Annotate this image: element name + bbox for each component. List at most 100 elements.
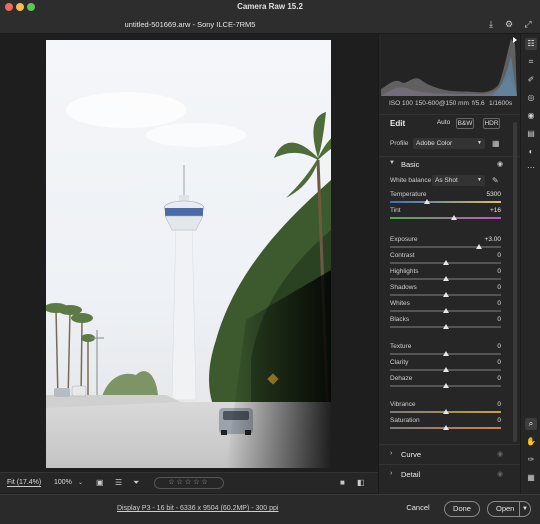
temperature-track[interactable] xyxy=(390,201,501,203)
workflow-options-link[interactable]: Display P3 - 16 bit - 6336 x 9504 (60.2M… xyxy=(117,505,278,512)
vibrance-slider[interactable]: Vibrance 0 xyxy=(379,401,520,417)
highlights-slider[interactable]: Highlights 0 xyxy=(379,268,520,284)
blacks-value[interactable]: 0 xyxy=(479,316,501,323)
blacks-label: Blacks xyxy=(390,316,410,323)
basic-section-header[interactable]: ▼ Basic ◉ xyxy=(379,156,520,170)
before-after-icon[interactable]: ◧ xyxy=(357,478,365,487)
edit-title: Edit xyxy=(390,119,406,128)
exposure-track[interactable] xyxy=(390,246,501,248)
exposure-thumb[interactable] xyxy=(475,244,482,249)
white-balance-select[interactable]: As Shot ▼ xyxy=(432,175,485,186)
texture-label: Texture xyxy=(390,343,412,350)
shadows-slider[interactable]: Shadows 0 xyxy=(379,284,520,300)
footer-bar: Display P3 - 16 bit - 6336 x 9504 (60.2M… xyxy=(0,494,540,524)
tool-strip: ☷ ⌗ ✐ ◎ ◉ ▤ ◐ ⋯ ⌕ ✋ ✑ ▦ xyxy=(520,34,540,494)
save-icon[interactable]: ⤓ xyxy=(485,18,497,30)
saturation-value[interactable]: 0 xyxy=(479,417,501,424)
zoom-chevron-icon[interactable]: ⌄ xyxy=(78,479,83,486)
temperature-value[interactable]: 5300 xyxy=(479,191,501,198)
zoom-level-select[interactable]: 100% xyxy=(54,479,72,486)
fit-zoom-button[interactable]: Fit (17.4%) xyxy=(7,479,42,487)
texture-thumb[interactable] xyxy=(442,351,449,356)
vibrance-thumb[interactable] xyxy=(442,409,449,414)
tint-value[interactable]: +16 xyxy=(479,207,501,214)
contrast-slider[interactable]: Contrast 0 xyxy=(379,252,520,268)
saturation-thumb[interactable] xyxy=(442,425,449,430)
contrast-thumb[interactable] xyxy=(442,260,449,265)
white-balance-row: White balance As Shot ▼ ✎ xyxy=(379,175,520,187)
exif-lens: 150-600@150 mm xyxy=(415,100,469,107)
dehaze-thumb[interactable] xyxy=(442,383,449,388)
open-label: Open xyxy=(496,504,515,513)
image-canvas[interactable] xyxy=(0,34,378,472)
redeye-icon[interactable]: ◉ xyxy=(525,110,537,122)
grid-icon[interactable]: ▦ xyxy=(525,472,537,484)
profile-value: Adobe Color xyxy=(416,140,453,147)
temperature-thumb[interactable] xyxy=(423,199,430,204)
whites-slider[interactable]: Whites 0 xyxy=(379,300,520,316)
detail-section-header[interactable]: › Detail ◉ xyxy=(379,464,520,482)
tint-slider[interactable]: Tint +16 xyxy=(379,207,520,223)
snapshots-icon[interactable]: ◐ xyxy=(525,146,537,158)
visibility-eye-icon[interactable]: ◉ xyxy=(497,470,503,478)
edit-icon[interactable]: ☷ xyxy=(525,38,537,50)
done-button[interactable]: Done xyxy=(444,501,480,517)
tint-track[interactable] xyxy=(390,217,501,219)
shadows-thumb[interactable] xyxy=(442,292,449,297)
title-bar: Camera Raw 15.2 xyxy=(0,0,540,14)
texture-value[interactable]: 0 xyxy=(479,343,501,350)
texture-slider[interactable]: Texture 0 xyxy=(379,343,520,359)
exposure-value[interactable]: +3.00 xyxy=(479,236,501,243)
clarity-slider[interactable]: Clarity 0 xyxy=(379,359,520,375)
saturation-slider[interactable]: Saturation 0 xyxy=(379,417,520,433)
auto-button[interactable]: Auto xyxy=(435,118,452,129)
profile-browser-icon[interactable]: ▦ xyxy=(492,139,500,148)
bw-button[interactable]: B&W xyxy=(456,118,474,129)
panel-scrollbar[interactable] xyxy=(513,122,517,442)
crop-icon[interactable]: ⌗ xyxy=(525,56,537,68)
filter-icon[interactable]: ⏷ xyxy=(133,478,139,488)
cancel-button[interactable]: Cancel xyxy=(400,501,436,517)
curve-section-header[interactable]: › Curve ◉ xyxy=(379,444,520,462)
chevron-down-icon: ▼ xyxy=(477,140,482,146)
settings-icon[interactable]: ⚙ xyxy=(503,18,515,30)
eyedropper-icon[interactable]: ✎ xyxy=(492,176,499,185)
clarity-value[interactable]: 0 xyxy=(479,359,501,366)
profile-label: Profile xyxy=(390,140,409,147)
fullscreen-icon[interactable]: ⤢ xyxy=(522,18,534,30)
hdr-button[interactable]: HDR xyxy=(483,118,500,129)
exposure-slider[interactable]: Exposure +3.00 xyxy=(379,236,520,252)
dehaze-value[interactable]: 0 xyxy=(479,375,501,382)
whites-thumb[interactable] xyxy=(442,308,449,313)
detail-title: Detail xyxy=(401,470,421,479)
visibility-eye-icon[interactable]: ◉ xyxy=(497,160,503,168)
image-info-icon[interactable]: ▣ xyxy=(96,478,104,487)
tint-thumb[interactable] xyxy=(451,215,458,220)
vibrance-label: Vibrance xyxy=(390,401,416,408)
highlights-thumb[interactable] xyxy=(442,276,449,281)
open-button[interactable]: Open ▼ xyxy=(487,501,531,517)
more-icon[interactable]: ⋯ xyxy=(525,162,537,174)
presets-icon[interactable]: ▤ xyxy=(525,128,537,140)
hand-icon[interactable]: ✋ xyxy=(525,436,537,448)
visibility-eye-icon[interactable]: ◉ xyxy=(497,450,503,458)
contrast-value[interactable]: 0 xyxy=(479,252,501,259)
heal-icon[interactable]: ✐ xyxy=(525,74,537,86)
clarity-thumb[interactable] xyxy=(442,367,449,372)
temperature-slider[interactable]: Temperature 5300 xyxy=(379,191,520,207)
toggle-sampler-icon[interactable]: ■ xyxy=(340,478,345,487)
shadows-value[interactable]: 0 xyxy=(479,284,501,291)
chevron-down-icon[interactable]: ▼ xyxy=(519,502,530,516)
whites-value[interactable]: 0 xyxy=(479,300,501,307)
profile-select[interactable]: Adobe Color ▼ xyxy=(413,138,485,149)
mask-icon[interactable]: ◎ xyxy=(525,92,537,104)
highlights-value[interactable]: 0 xyxy=(479,268,501,275)
color-sampler-icon[interactable]: ✑ xyxy=(525,454,537,466)
blacks-slider[interactable]: Blacks 0 xyxy=(379,316,520,332)
zoom-icon[interactable]: ⌕ xyxy=(525,418,537,430)
dehaze-slider[interactable]: Dehaze 0 xyxy=(379,375,520,391)
sort-icon[interactable]: ☰ xyxy=(115,478,122,487)
blacks-thumb[interactable] xyxy=(442,324,449,329)
star-rating[interactable]: ☆☆☆☆☆ xyxy=(154,477,224,489)
vibrance-value[interactable]: 0 xyxy=(479,401,501,408)
